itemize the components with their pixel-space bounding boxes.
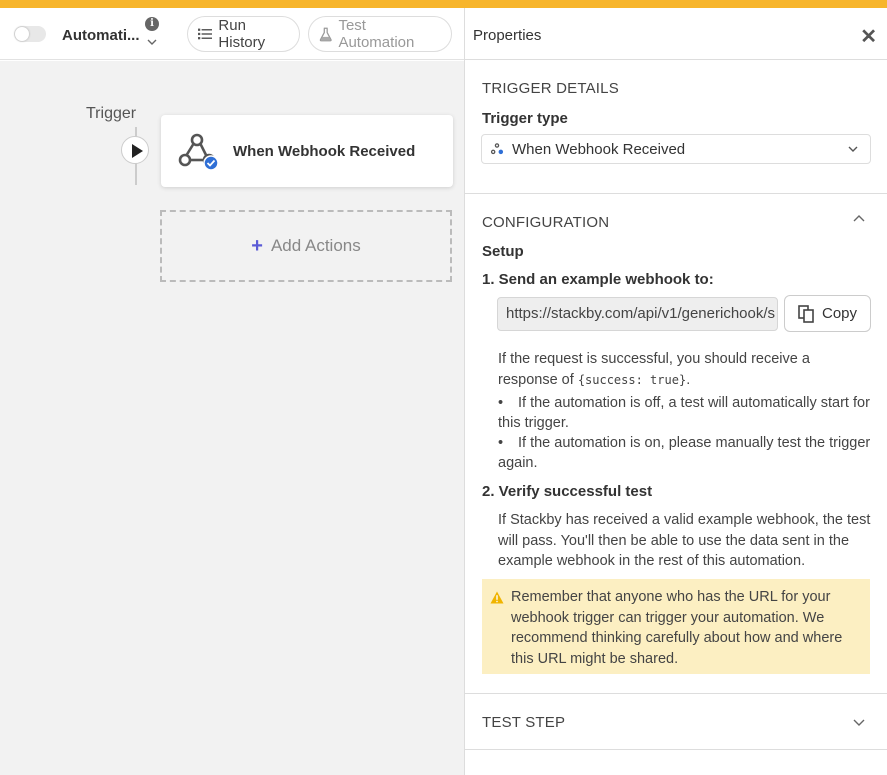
- copy-icon: [798, 304, 814, 323]
- automation-toggle[interactable]: [14, 26, 46, 42]
- automation-name[interactable]: Automati...: [62, 27, 140, 44]
- test-automation-label: Test Automation: [338, 17, 415, 51]
- warning-callout: Remember that anyone who has the URL for…: [482, 579, 870, 674]
- automation-editor: Automati... i Run History Test Automatio…: [0, 8, 465, 775]
- copy-button[interactable]: Copy: [784, 295, 871, 332]
- run-history-label: Run History: [218, 17, 266, 51]
- chevron-down-icon[interactable]: [147, 37, 157, 47]
- trigger-details-title: TRIGGER DETAILS: [482, 80, 619, 97]
- list-icon: [198, 28, 213, 40]
- close-icon[interactable]: ✕: [860, 24, 877, 49]
- step2-label: 2. Verify successful test: [482, 483, 653, 500]
- bullet-on-text: If the automation is on, please manually…: [498, 435, 871, 471]
- chevron-down-icon: [848, 146, 858, 152]
- bullet-off: • If the automation is off, a test will a…: [498, 395, 870, 431]
- test-step-section[interactable]: TEST STEP: [465, 694, 887, 750]
- response-code: {success: true}: [577, 372, 687, 387]
- properties-panel: Properties ✕ TRIGGER DETAILS Trigger typ…: [465, 8, 887, 775]
- step1-label: 1. Send an example webhook to:: [482, 271, 714, 288]
- run-history-button[interactable]: Run History: [187, 16, 300, 52]
- warning-text: Remember that anyone who has the URL for…: [511, 589, 843, 667]
- properties-header: Properties ✕: [465, 8, 887, 60]
- trigger-card-title: When Webhook Received: [233, 142, 416, 160]
- chevron-up-icon[interactable]: [853, 214, 865, 224]
- workflow-canvas: Trigger When Webhook Received + Add Acti…: [0, 61, 464, 775]
- copy-label: Copy: [821, 305, 858, 322]
- test-automation-button[interactable]: Test Automation: [308, 16, 452, 52]
- response-text-end: .: [686, 371, 691, 388]
- warning-icon: [490, 591, 504, 604]
- top-accent-bar: [0, 0, 887, 8]
- response-info: If the request is successful, you should…: [498, 349, 873, 390]
- verify-text: If Stackby has received a valid example …: [498, 512, 871, 569]
- toggle-knob: [15, 27, 29, 41]
- plus-icon: +: [251, 234, 263, 257]
- add-actions-button[interactable]: + Add Actions: [160, 210, 452, 282]
- webhook-icon: [490, 143, 504, 155]
- add-actions-label: Add Actions: [270, 236, 361, 255]
- trigger-details-section: TRIGGER DETAILS Trigger type When Webhoo…: [465, 61, 887, 194]
- automation-header: Automati... i Run History Test Automatio…: [0, 8, 464, 60]
- trigger-type-value: When Webhook Received: [512, 140, 686, 158]
- info-icon[interactable]: i: [145, 17, 159, 31]
- bullet-on: • If the automation is on, please manuall…: [498, 435, 871, 471]
- configuration-section: CONFIGURATION Setup 1. Send an example w…: [465, 194, 887, 694]
- trigger-type-label: Trigger type: [482, 110, 568, 127]
- chevron-down-icon[interactable]: [853, 717, 865, 727]
- configuration-title: CONFIGURATION: [482, 214, 610, 231]
- properties-title: Properties: [473, 27, 542, 44]
- trigger-type-select[interactable]: When Webhook Received: [481, 134, 871, 164]
- test-step-title: TEST STEP: [482, 714, 566, 731]
- webhook-url-field[interactable]: https://stackby.com/api/v1/generichook/s: [497, 297, 778, 331]
- play-icon[interactable]: [121, 136, 149, 164]
- flask-icon: [319, 27, 332, 41]
- trigger-card[interactable]: When Webhook Received: [161, 115, 453, 187]
- webhook-icon: [178, 133, 219, 171]
- bullet-off-text: If the automation is off, a test will au…: [498, 395, 870, 431]
- setup-label: Setup: [482, 243, 524, 260]
- trigger-label: Trigger: [86, 105, 137, 122]
